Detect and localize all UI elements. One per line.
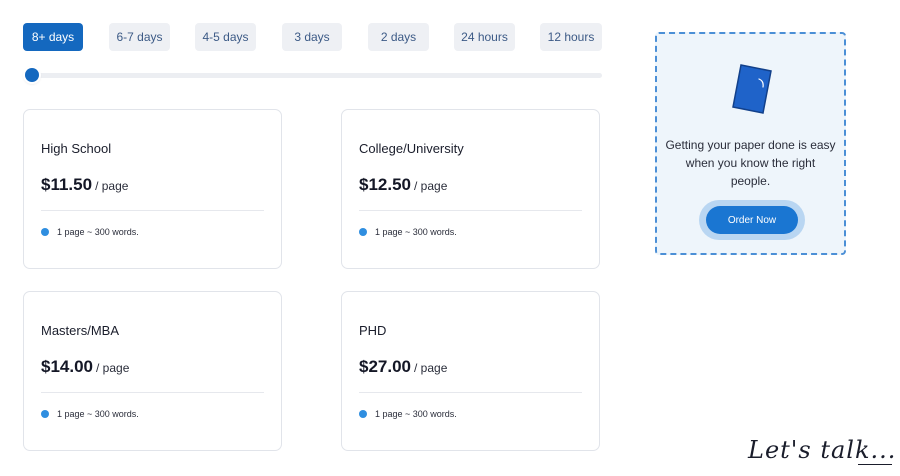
pricing-card-college-university: College/University $12.50/ page 1 page ~… — [341, 109, 600, 269]
price-value: $12.50 — [359, 175, 411, 194]
order-now-label: Order Now — [706, 206, 798, 234]
card-price: $27.00/ page — [359, 357, 447, 377]
order-promo-box: Getting your paper done is easy when you… — [655, 32, 846, 255]
paper-document-icon — [732, 64, 772, 114]
tab-2-days[interactable]: 2 days — [368, 23, 429, 51]
price-value: $27.00 — [359, 357, 411, 376]
price-unit: / page — [414, 361, 448, 375]
tab-12-hours[interactable]: 12 hours — [540, 23, 602, 51]
tab-4-5-days[interactable]: 4-5 days — [195, 23, 256, 51]
card-price: $14.00/ page — [41, 357, 129, 377]
card-level: PHD — [359, 323, 387, 338]
note-text: 1 page ~ 300 words. — [57, 409, 139, 419]
delivery-time-tabs: 8+ days 6-7 days 4-5 days 3 days 2 days … — [23, 23, 603, 51]
bullet-dot-icon — [41, 228, 49, 236]
card-note: 1 page ~ 300 words. — [359, 227, 457, 237]
price-unit: / page — [96, 361, 130, 375]
price-unit: / page — [95, 179, 129, 193]
card-note: 1 page ~ 300 words. — [41, 227, 139, 237]
card-divider — [359, 392, 582, 393]
card-note: 1 page ~ 300 words. — [41, 409, 139, 419]
tab-8-plus-days[interactable]: 8+ days — [23, 23, 83, 51]
lets-talk-signature[interactable]: Let's talk... — [748, 436, 896, 464]
slider-thumb[interactable] — [25, 68, 39, 82]
pricing-card-masters-mba: Masters/MBA $14.00/ page 1 page ~ 300 wo… — [23, 291, 282, 451]
bullet-dot-icon — [359, 228, 367, 236]
tab-3-days[interactable]: 3 days — [282, 23, 342, 51]
card-price: $12.50/ page — [359, 175, 447, 195]
card-divider — [41, 392, 264, 393]
price-value: $14.00 — [41, 357, 93, 376]
card-level: High School — [41, 141, 112, 156]
tab-24-hours[interactable]: 24 hours — [454, 23, 515, 51]
note-text: 1 page ~ 300 words. — [375, 227, 457, 237]
note-text: 1 page ~ 300 words. — [375, 409, 457, 419]
pricing-card-high-school: High School $11.50/ page 1 page ~ 300 wo… — [23, 109, 282, 269]
promo-text: Getting your paper done is easy when you… — [665, 138, 836, 188]
bullet-dot-icon — [359, 410, 367, 418]
pricing-card-phd: PHD $27.00/ page 1 page ~ 300 words. — [341, 291, 600, 451]
card-note: 1 page ~ 300 words. — [359, 409, 457, 419]
note-text: 1 page ~ 300 words. — [57, 227, 139, 237]
card-level: College/University — [359, 141, 464, 156]
tab-6-7-days[interactable]: 6-7 days — [109, 23, 170, 51]
card-divider — [359, 210, 582, 211]
slider-track[interactable] — [25, 73, 602, 78]
price-unit: / page — [414, 179, 448, 193]
card-divider — [41, 210, 264, 211]
delivery-slider[interactable] — [25, 68, 602, 82]
price-value: $11.50 — [41, 175, 93, 194]
bullet-dot-icon — [41, 410, 49, 418]
order-now-button[interactable]: Order Now — [699, 200, 805, 240]
card-price: $11.50/ page — [41, 175, 128, 195]
signature-underline — [858, 464, 892, 465]
card-level: Masters/MBA — [41, 323, 120, 338]
